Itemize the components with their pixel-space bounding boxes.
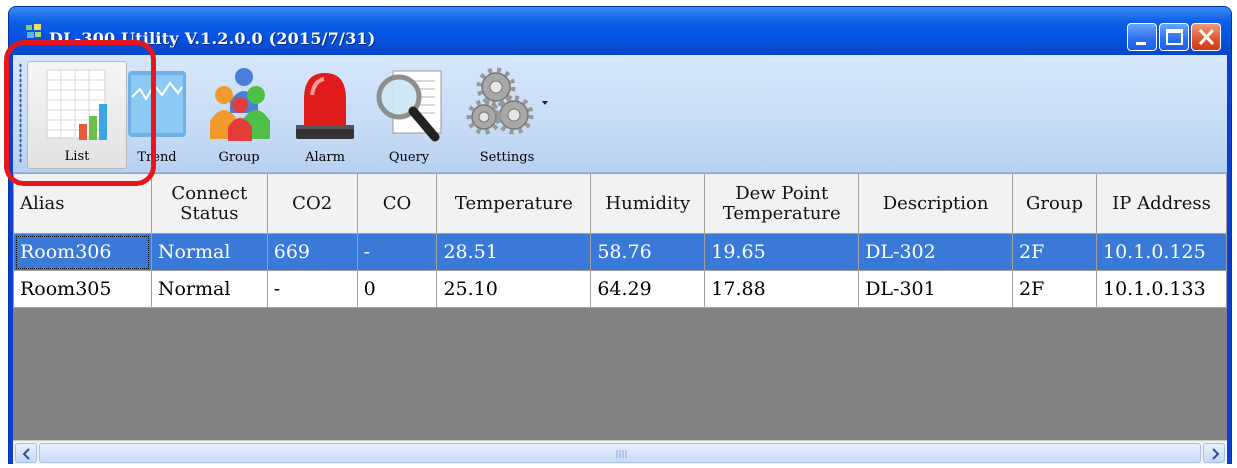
alarm-button[interactable]: Alarm: [287, 61, 363, 169]
query-button[interactable]: Query: [369, 61, 449, 169]
cell-co[interactable]: -: [356, 233, 438, 271]
cell-co2[interactable]: -: [266, 270, 358, 308]
column-header-description[interactable]: Description: [858, 173, 1014, 234]
cell-ip-address[interactable]: 10.1.0.133: [1095, 270, 1228, 308]
maximize-icon: [1166, 29, 1183, 45]
cell-description[interactable]: DL-301: [858, 270, 1014, 308]
cell-dew-point[interactable]: 19.65: [704, 233, 860, 271]
cell-group[interactable]: 2F: [1012, 270, 1097, 308]
app-icon: [26, 24, 41, 38]
maximize-button[interactable]: [1159, 23, 1189, 51]
column-header-co[interactable]: CO: [356, 173, 438, 234]
chevron-right-icon: [1212, 448, 1220, 460]
column-header-ip-address[interactable]: IP Address: [1095, 173, 1228, 234]
scroll-left-button[interactable]: [15, 443, 37, 463]
device-table: Alias Connect Status CO2 CO Temperature H…: [13, 173, 1228, 308]
cell-temperature[interactable]: 25.10: [436, 270, 592, 308]
cell-alias[interactable]: Room306: [13, 233, 152, 271]
minimize-icon: [1136, 42, 1146, 45]
grip-icon: [616, 450, 627, 458]
scroll-thumb[interactable]: [39, 443, 1201, 463]
cell-humidity[interactable]: 64.29: [590, 270, 706, 308]
app-window: DL-300 Utility V.1.2.0.0 (2015/7/31) Lis…: [8, 6, 1232, 464]
cell-alias[interactable]: Room305: [13, 270, 152, 308]
trend-button[interactable]: Trend: [125, 61, 189, 169]
column-header-temperature[interactable]: Temperature: [436, 173, 592, 234]
scroll-right-button[interactable]: [1203, 443, 1225, 463]
toolbar-grip[interactable]: [19, 63, 22, 163]
close-button[interactable]: [1191, 23, 1221, 51]
column-header-connect-status[interactable]: Connect Status: [150, 173, 268, 234]
settings-button[interactable]: Settings: [459, 61, 555, 169]
alarm-icon: [296, 73, 354, 139]
group-button[interactable]: Group: [199, 61, 279, 169]
cell-connect-status[interactable]: Normal: [150, 270, 268, 308]
query-label: Query: [388, 150, 430, 165]
group-label: Group: [218, 150, 260, 165]
cell-dew-point[interactable]: 17.88: [704, 270, 860, 308]
toolbar: List Trend Group Alarm Query Settings: [13, 55, 1227, 173]
cell-ip-address[interactable]: 10.1.0.125: [1095, 233, 1228, 271]
data-grid: Alias Connect Status CO2 CO Temperature H…: [13, 173, 1228, 440]
column-header-co2[interactable]: CO2: [266, 173, 358, 234]
header-row: Alias Connect Status CO2 CO Temperature H…: [13, 173, 1228, 234]
cell-co[interactable]: 0: [356, 270, 438, 308]
list-button[interactable]: List: [27, 61, 127, 169]
settings-label: Settings: [479, 150, 535, 165]
list-label: List: [64, 149, 90, 164]
column-header-alias[interactable]: Alias: [13, 173, 152, 234]
column-header-humidity[interactable]: Humidity: [590, 173, 706, 234]
trend-icon: [128, 71, 186, 137]
column-header-group[interactable]: Group: [1012, 173, 1097, 234]
cell-co2[interactable]: 669: [266, 233, 358, 271]
cell-humidity[interactable]: 58.76: [590, 233, 706, 271]
trend-label: Trend: [137, 150, 177, 165]
alarm-label: Alarm: [305, 150, 345, 165]
list-icon: [46, 69, 107, 140]
minimize-button[interactable]: [1127, 23, 1157, 51]
group-icon: [210, 68, 270, 141]
settings-icon: [466, 67, 548, 135]
table-row[interactable]: Room306 Normal 669 - 28.51 58.76 19.65 D…: [13, 233, 1228, 271]
chevron-left-icon: [22, 448, 30, 460]
title-bar[interactable]: DL-300 Utility V.1.2.0.0 (2015/7/31): [9, 7, 1231, 55]
window-title: DL-300 Utility V.1.2.0.0 (2015/7/31): [49, 29, 376, 48]
cell-connect-status[interactable]: Normal: [150, 233, 268, 271]
column-header-dew-point[interactable]: Dew Point Temperature: [704, 173, 860, 234]
table-row[interactable]: Room305 Normal - 0 25.10 64.29 17.88 DL-…: [13, 270, 1228, 308]
cell-description[interactable]: DL-302: [858, 233, 1014, 271]
close-icon: [1198, 28, 1215, 46]
query-icon: [376, 70, 442, 142]
cell-temperature[interactable]: 28.51: [436, 233, 592, 271]
horizontal-scrollbar[interactable]: [13, 440, 1227, 464]
cell-group[interactable]: 2F: [1012, 233, 1097, 271]
